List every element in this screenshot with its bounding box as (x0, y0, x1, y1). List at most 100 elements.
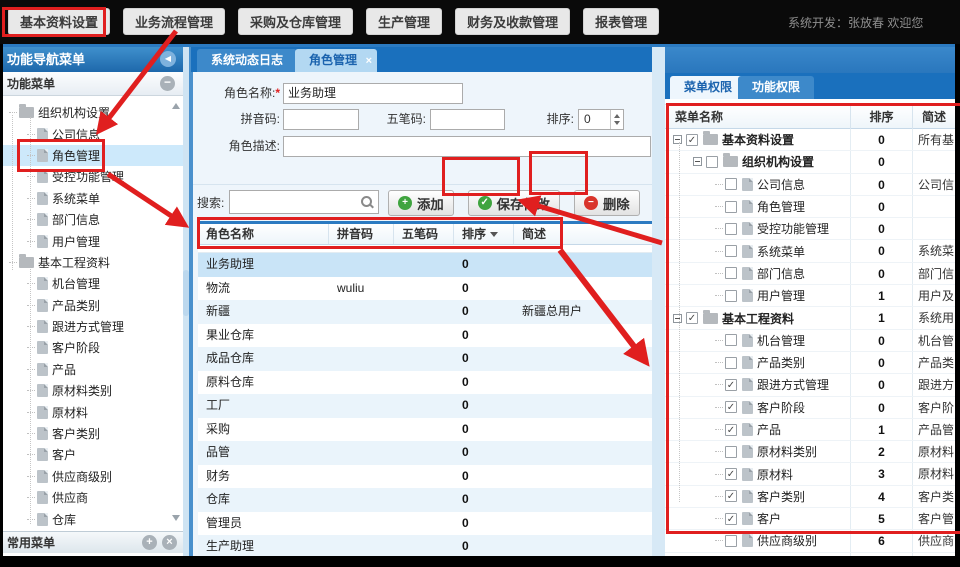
collapse-sidebar-icon[interactable]: ◀ (160, 51, 176, 67)
tab-role-management[interactable]: 角色管理 × (295, 49, 377, 72)
permission-checkbox[interactable] (725, 267, 737, 279)
column-header-desc[interactable]: 简述 (912, 105, 955, 129)
permission-tree-row[interactable]: 部门信息0部门信 (665, 263, 955, 285)
top-menu-item[interactable]: 基本资料设置 (8, 8, 110, 35)
role-table-row[interactable]: 果业仓库0 (198, 324, 654, 348)
permission-checkbox[interactable] (725, 334, 737, 346)
collapse-node-icon[interactable] (673, 135, 682, 144)
permission-checkbox[interactable] (725, 201, 737, 213)
permission-tree-row[interactable]: ✓产品1产品管 (665, 419, 955, 441)
permission-desc-value (912, 218, 955, 239)
permission-checkbox[interactable]: ✓ (725, 379, 737, 391)
splitter-handle[interactable] (183, 270, 189, 316)
table-cell: 生产助理 (198, 535, 329, 559)
permission-tree-row[interactable]: 原材料类别2原材料 (665, 441, 955, 463)
scroll-down-icon[interactable] (172, 515, 180, 521)
permission-tree-row[interactable]: ✓跟进方式管理0跟进方 (665, 374, 955, 396)
close-tab-icon[interactable]: × (366, 50, 372, 73)
role-table-row[interactable]: 物流wuliu0 (198, 277, 654, 301)
permission-tree-row[interactable]: ✓基本工程资料1系统用 (665, 307, 955, 329)
top-menu-item[interactable]: 采购及仓库管理 (238, 8, 353, 35)
tab-menu-permissions[interactable]: 菜单权限 (670, 76, 746, 99)
role-table-row[interactable]: 管理员0 (198, 512, 654, 536)
sort-spinner[interactable]: 0 (578, 109, 624, 130)
role-table-row[interactable]: 品管0 (198, 441, 654, 465)
collapse-node-icon[interactable] (693, 157, 702, 166)
permission-checkbox[interactable]: ✓ (725, 401, 737, 413)
close-common-menu-icon[interactable]: × (162, 535, 177, 550)
column-header-wubi[interactable]: 五笔码 (394, 224, 454, 244)
column-header-sort[interactable]: 排序 (850, 105, 912, 129)
permission-tree-row[interactable]: 机台管理0机台管 (665, 330, 955, 352)
role-desc-input[interactable] (283, 136, 651, 157)
pinyin-input[interactable] (283, 109, 359, 130)
role-table-row[interactable]: 生产助理0 (198, 535, 654, 559)
permission-checkbox[interactable]: ✓ (725, 468, 737, 480)
search-icon[interactable] (360, 195, 374, 209)
permission-tree-row[interactable]: 组织机构设置0 (665, 151, 955, 173)
permission-tree-row[interactable]: ✓客户阶段0客户阶 (665, 397, 955, 419)
permission-tree-row[interactable]: 公司信息0公司信 (665, 174, 955, 196)
permission-tree-row[interactable]: ✓客户类别4客户类 (665, 486, 955, 508)
role-name-label: 角色名称:* (195, 83, 280, 104)
permission-checkbox[interactable] (725, 290, 737, 302)
permission-checkbox[interactable] (725, 357, 737, 369)
permission-tree-row[interactable]: ✓原材料3原材料 (665, 463, 955, 485)
permission-tree-row[interactable]: 角色管理0 (665, 196, 955, 218)
permission-checkbox[interactable] (725, 223, 737, 235)
permission-tree-row[interactable]: 产品类别0产品类 (665, 352, 955, 374)
wubi-input[interactable] (430, 109, 505, 130)
column-header-sort[interactable]: 排序 (454, 224, 514, 244)
column-header-role-name[interactable]: 角色名称 (198, 224, 329, 244)
spinner-arrows-icon[interactable] (610, 110, 623, 129)
sidebar-section-header[interactable]: 功能菜单 − (3, 72, 183, 96)
scroll-up-icon[interactable] (172, 103, 180, 109)
role-table-row[interactable]: 成品仓库0 (198, 347, 654, 371)
table-cell (514, 347, 654, 371)
add-common-menu-icon[interactable]: + (142, 535, 157, 550)
role-table-row[interactable]: 新疆0新疆总用户 (198, 300, 654, 324)
permission-checkbox[interactable] (706, 156, 718, 168)
search-input[interactable] (229, 190, 379, 214)
permission-checkbox[interactable]: ✓ (725, 424, 737, 436)
column-header-desc[interactable]: 简述 (514, 224, 654, 244)
top-menu-item[interactable]: 业务流程管理 (123, 8, 225, 35)
common-menu-bar[interactable]: 常用菜单 + × (3, 531, 183, 553)
role-name-input[interactable]: 业务助理 (283, 83, 463, 104)
permission-checkbox[interactable] (725, 446, 737, 458)
top-menu-item[interactable]: 生产管理 (366, 8, 442, 35)
role-table-row[interactable]: 财务0 (198, 465, 654, 489)
permission-checkbox[interactable] (725, 245, 737, 257)
column-header-menu-name[interactable]: 菜单名称 (675, 105, 723, 129)
column-header-pinyin[interactable]: 拼音码 (329, 224, 394, 244)
tab-system-log[interactable]: 系统动态日志 (197, 49, 297, 72)
top-menu-item[interactable]: 报表管理 (583, 8, 659, 35)
permission-tree-row[interactable]: 受控功能管理0 (665, 218, 955, 240)
top-menu-item[interactable]: 财务及收款管理 (455, 8, 570, 35)
permission-tree-row[interactable]: ✓基本资料设置0所有基 (665, 129, 955, 151)
permission-checkbox[interactable]: ✓ (725, 490, 737, 502)
permission-checkbox[interactable]: ✓ (686, 312, 698, 324)
role-table-row[interactable]: 采购0 (198, 418, 654, 442)
permission-checkbox[interactable]: ✓ (725, 513, 737, 525)
permission-checkbox[interactable]: ✓ (686, 134, 698, 146)
permission-tree-row[interactable]: 系统菜单0系统菜 (665, 240, 955, 262)
save-button[interactable]: ✓保存修改 (468, 190, 560, 216)
permission-checkbox[interactable] (725, 178, 737, 190)
frame-border (0, 44, 3, 557)
collapse-section-icon[interactable]: − (160, 76, 175, 91)
tab-function-permissions[interactable]: 功能权限 (738, 76, 814, 99)
panel-splitter[interactable] (652, 47, 665, 556)
permission-checkbox[interactable] (725, 535, 737, 547)
role-table-row[interactable]: 业务助理0 (198, 253, 654, 277)
role-table-row[interactable]: 仓库0 (198, 488, 654, 512)
permission-tree-row[interactable]: 供应商级别6供应商 (665, 530, 955, 552)
permission-desc-value (912, 151, 955, 172)
delete-button[interactable]: −删除 (574, 190, 640, 216)
role-table-row[interactable]: 原料仓库0 (198, 371, 654, 395)
role-table-row[interactable]: 工厂0 (198, 394, 654, 418)
add-button[interactable]: +添加 (388, 190, 454, 216)
permission-tree-row[interactable]: ✓客户5客户管 (665, 508, 955, 530)
collapse-node-icon[interactable] (673, 314, 682, 323)
permission-tree-row[interactable]: 用户管理1用户及 (665, 285, 955, 307)
